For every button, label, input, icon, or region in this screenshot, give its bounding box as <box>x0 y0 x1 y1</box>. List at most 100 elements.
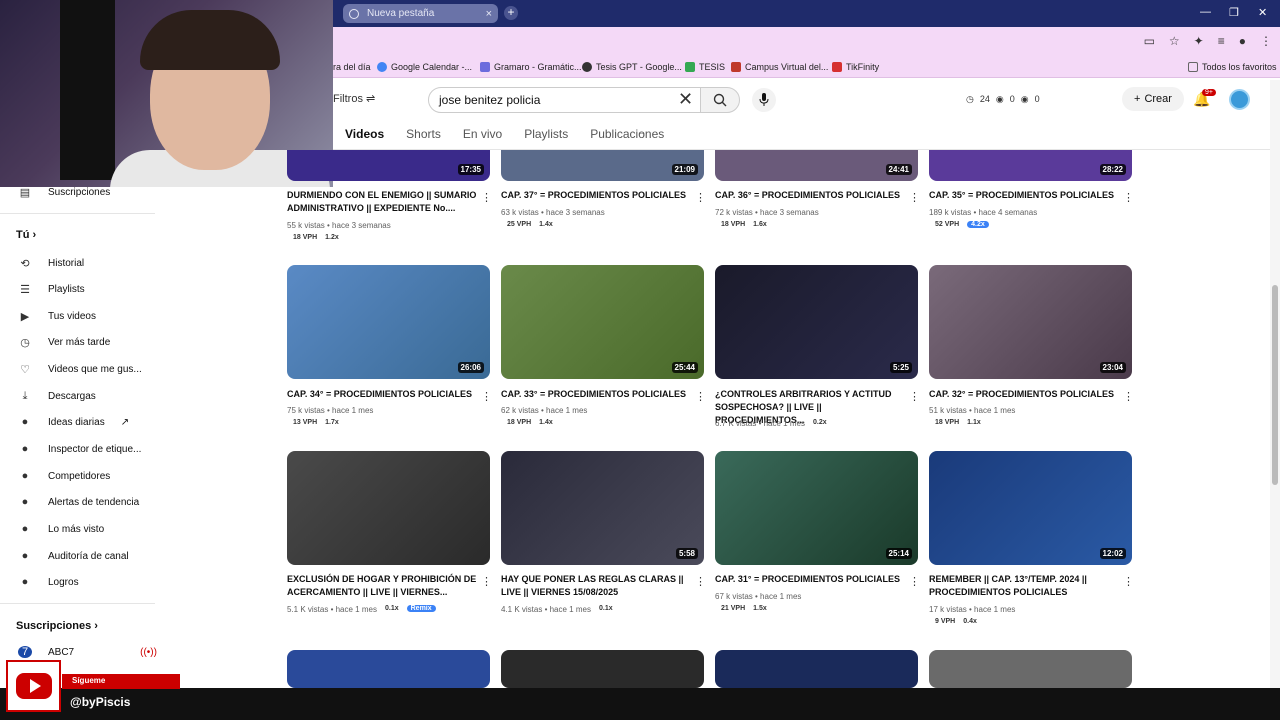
queue-icon[interactable]: ≡ <box>1218 34 1225 48</box>
more-icon[interactable]: ⋮ <box>481 390 492 403</box>
avatar[interactable] <box>1229 89 1250 110</box>
more-icon[interactable]: ⋮ <box>1123 191 1134 204</box>
create-button[interactable]: + Crear <box>1122 87 1184 111</box>
sidebar-item-tag-inspector[interactable]: ● Inspector de etique... <box>18 443 142 455</box>
video-thumbnail[interactable]: 5:58 <box>501 451 704 565</box>
video-title[interactable]: CAP. 37° = PROCEDIMIENTOS POLICIALES <box>501 189 691 202</box>
sidebar-item-trend-alerts[interactable]: ● Alertas de tendencia <box>18 496 140 508</box>
tab-playlists[interactable]: Playlists <box>524 127 568 141</box>
bookmark-5[interactable]: Campus Virtual del... <box>731 62 828 72</box>
bookmark-4[interactable]: TESIS <box>685 62 725 72</box>
all-bookmarks[interactable]: Todos los favoritos <box>1188 62 1277 72</box>
bookmark-2[interactable]: Gramaro - Gramátic... <box>480 62 582 72</box>
search-button[interactable] <box>700 87 740 113</box>
star-icon[interactable]: ☆ <box>1169 34 1180 48</box>
video-title[interactable]: REMEMBER || CAP. 13°/TEMP. 2024 || PROCE… <box>929 573 1119 599</box>
video-title[interactable]: CAP. 34° = PROCEDIMIENTOS POLICIALES <box>287 388 477 401</box>
video-thumbnail[interactable]: 23:04 <box>929 265 1132 379</box>
voice-search-button[interactable] <box>752 88 776 112</box>
sidebar-item-most-viewed[interactable]: ● Lo más visto <box>18 523 104 535</box>
video-title[interactable]: CAP. 36° = PROCEDIMIENTOS POLICIALES <box>715 189 905 202</box>
sidebar-item-channel-audit[interactable]: ● Auditoría de canal <box>18 550 129 562</box>
scrollbar[interactable] <box>1270 80 1280 688</box>
subscriptions-section[interactable]: Suscripciones › <box>16 620 98 632</box>
sidebar-item-playlists[interactable]: ☰ Playlists <box>18 283 85 296</box>
video-thumbnail[interactable]: 5:25 <box>715 265 918 379</box>
sidebar-item-history[interactable]: ⟲ Historial <box>18 257 84 270</box>
extension-stats[interactable]: ◷ 24 ◉ 0 ◉ 0 <box>966 94 1040 105</box>
more-icon[interactable]: ⋮ <box>481 191 492 204</box>
video-title[interactable]: CAP. 33° = PROCEDIMIENTOS POLICIALES <box>501 388 691 401</box>
gpt-icon <box>582 62 592 72</box>
more-icon[interactable]: ⋮ <box>695 575 706 588</box>
sidebar-item-label: Competidores <box>48 470 111 482</box>
video-thumbnail[interactable]: 28:22 <box>929 150 1132 181</box>
sidebar-item-watch-later[interactable]: ◷ Ver más tarde <box>18 336 110 349</box>
bookmark-0[interactable]: ra del día <box>333 62 371 72</box>
tab-shorts[interactable]: Shorts <box>406 127 441 141</box>
close-tab-icon[interactable]: × <box>486 8 492 20</box>
video-thumbnail[interactable]: 25:44 <box>501 265 704 379</box>
sidebar-item-achievements[interactable]: ● Logros <box>18 576 79 588</box>
new-tab-button[interactable]: + <box>504 6 518 20</box>
filters-button[interactable]: Filtros ⇌ <box>333 92 375 105</box>
more-icon[interactable]: ⋮ <box>695 191 706 204</box>
video-thumbnail[interactable] <box>501 650 704 688</box>
video-title[interactable]: CAP. 35° = PROCEDIMIENTOS POLICIALES <box>929 189 1119 202</box>
sidebar-item-downloads[interactable]: ⤓ Descargas <box>18 390 96 403</box>
menu-icon[interactable]: ⋮ <box>1260 34 1272 48</box>
browser-tab[interactable]: Nueva pestaña × <box>343 4 498 23</box>
more-icon[interactable]: ⋮ <box>1123 390 1134 403</box>
sidebar-item-ideas[interactable]: ● Ideas diarias ↗ <box>18 416 129 428</box>
sidebar-item-subscription[interactable]: 7 ABC7 ((•)) <box>18 646 157 658</box>
minimize-icon[interactable]: — <box>1200 6 1211 18</box>
tab-posts[interactable]: Publicaciones <box>590 127 664 141</box>
bookmark-label: TESIS <box>699 62 726 72</box>
video-thumbnail[interactable] <box>287 650 490 688</box>
folder-icon <box>1188 62 1198 72</box>
scrollbar-thumb[interactable] <box>1272 285 1278 485</box>
video-thumbnail[interactable]: 17:35 <box>287 150 490 181</box>
more-icon[interactable]: ⋮ <box>695 390 706 403</box>
divider <box>0 603 155 604</box>
channel-search-icon[interactable]: ○ <box>638 128 645 142</box>
cast-icon[interactable]: ▭ <box>1144 34 1155 48</box>
more-icon[interactable]: ⋮ <box>909 390 920 403</box>
more-icon[interactable]: ⋮ <box>481 575 492 588</box>
sidebar-item-competitors[interactable]: ● Competidores <box>18 470 111 482</box>
sidebar-item-your-videos[interactable]: ▶ Tus videos <box>18 310 96 323</box>
video-thumbnail[interactable] <box>287 451 490 565</box>
search-input[interactable]: jose benitez policia <box>428 87 704 113</box>
more-icon[interactable]: ⋮ <box>1123 575 1134 588</box>
tab-videos[interactable]: Videos <box>345 127 384 141</box>
vph-badge: 21 VPH <box>721 605 746 612</box>
more-icon[interactable]: ⋮ <box>909 575 920 588</box>
gramaro-icon <box>480 62 490 72</box>
maximize-icon[interactable]: ❐ <box>1229 6 1239 19</box>
sidebar-item-subscriptions-top[interactable]: ▤ Suscripciones <box>18 186 110 199</box>
video-thumbnail[interactable] <box>929 650 1132 688</box>
close-window-icon[interactable]: ✕ <box>1258 6 1267 19</box>
more-icon[interactable]: ⋮ <box>909 191 920 204</box>
video-title[interactable]: CAP. 32° = PROCEDIMIENTOS POLICIALES <box>929 388 1119 401</box>
video-thumbnail[interactable] <box>715 650 918 688</box>
sidebar-item-liked[interactable]: ♡ Videos que me gus... <box>18 363 142 376</box>
extensions-icon[interactable]: ✦ <box>1194 34 1204 48</box>
clear-search-icon[interactable]: ✕ <box>678 90 693 108</box>
video-thumbnail[interactable]: 25:14 <box>715 451 918 565</box>
video-title[interactable]: HAY QUE PONER LAS REGLAS CLARAS || LIVE … <box>501 573 691 599</box>
bookmark-3[interactable]: Tesis GPT - Google... <box>582 62 682 72</box>
profile-icon[interactable]: ● <box>1239 34 1246 48</box>
bookmark-6[interactable]: TikFinity <box>832 62 879 72</box>
video-thumbnail[interactable]: 24:41 <box>715 150 918 181</box>
video-thumbnail[interactable]: 26:06 <box>287 265 490 379</box>
video-title[interactable]: DURMIENDO CON EL ENEMIGO || SUMARIO ADMI… <box>287 189 477 215</box>
tab-live[interactable]: En vivo <box>463 127 502 141</box>
video-thumbnail[interactable]: 21:09 <box>501 150 704 181</box>
remix-badge[interactable]: Remix <box>406 605 436 612</box>
video-title[interactable]: CAP. 31° = PROCEDIMIENTOS POLICIALES <box>715 573 905 586</box>
video-title[interactable]: EXCLUSIÓN DE HOGAR Y PROHIBICIÓN DE ACER… <box>287 573 477 599</box>
bookmark-1[interactable]: Google Calendar -... <box>377 62 472 72</box>
you-section[interactable]: Tú › <box>16 229 36 241</box>
video-thumbnail[interactable]: 12:02 <box>929 451 1132 565</box>
